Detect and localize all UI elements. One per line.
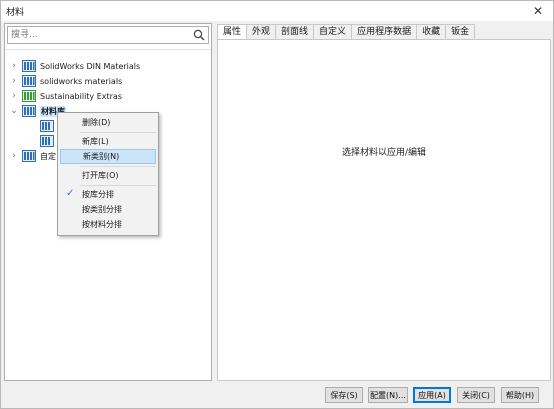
divider <box>5 49 211 50</box>
title-bar: 材料 ✕ <box>1 1 553 21</box>
menu-item-label: 删除(D) <box>82 118 111 127</box>
tab-custom[interactable]: 自定义 <box>313 24 353 39</box>
menu-item-delete[interactable]: 删除(D) <box>60 115 156 130</box>
properties-panel: 选择材料以应用/编辑 <box>217 39 551 381</box>
search-box <box>7 26 209 44</box>
menu-item-label: 按材料分排 <box>82 220 122 229</box>
tree-item-label: solidworks materials <box>40 76 123 86</box>
menu-item-open-library[interactable]: 打开库(O) <box>60 168 156 183</box>
menu-item-new-library[interactable]: 新库(L) <box>60 134 156 149</box>
chevron-right-icon[interactable]: › <box>9 76 19 86</box>
close-icon[interactable]: ✕ <box>531 4 545 18</box>
tree-subitem[interactable] <box>37 119 58 133</box>
window-title: 材料 <box>6 7 25 18</box>
tab-application-data[interactable]: 应用程序数据 <box>351 24 418 39</box>
select-material-hint: 选择材料以应用/编辑 <box>341 148 427 158</box>
chevron-right-icon[interactable]: › <box>9 61 19 71</box>
chevron-down-icon[interactable]: ⌄ <box>9 106 19 116</box>
library-icon-green <box>22 90 36 102</box>
context-menu: 删除(D) 新库(L) 新类别(N) 打开库(O) ✓ 按库分排 按类别分排 按… <box>57 112 159 236</box>
tab-sheet-metal[interactable]: 钣金 <box>445 24 476 39</box>
library-icon <box>22 105 36 117</box>
category-icon <box>40 135 54 147</box>
menu-item-label: 新类别(N) <box>83 152 120 161</box>
tree-item-solidworks-materials[interactable]: › solidworks materials <box>9 74 122 88</box>
menu-separator <box>80 132 156 133</box>
menu-item-sort-by-material[interactable]: 按材料分排 <box>60 217 156 232</box>
help-button[interactable]: 帮助(H) <box>501 387 539 403</box>
menu-separator <box>80 185 156 186</box>
tab-properties[interactable]: 属性 <box>217 24 248 40</box>
tree-item-din-materials[interactable]: › SolidWorks DIN Materials <box>9 59 140 73</box>
chevron-right-icon[interactable]: › <box>9 91 19 101</box>
library-icon <box>22 75 36 87</box>
menu-separator <box>80 166 156 167</box>
apply-button[interactable]: 应用(A) <box>413 387 451 403</box>
menu-item-label: 按类别分排 <box>82 205 122 214</box>
save-button[interactable]: 保存(S) <box>325 387 363 403</box>
check-icon: ✓ <box>66 188 75 199</box>
close-button[interactable]: 关闭(C) <box>457 387 495 403</box>
menu-item-sort-by-library[interactable]: ✓ 按库分排 <box>60 187 156 202</box>
library-icon <box>22 150 36 162</box>
tree-item-sustainability-extras[interactable]: › Sustainability Extras <box>9 89 122 103</box>
tab-favorites[interactable]: 收藏 <box>416 24 447 39</box>
search-icon[interactable] <box>190 27 208 43</box>
menu-item-label: 按库分排 <box>82 190 114 199</box>
search-input[interactable] <box>8 27 190 43</box>
menu-item-label: 新库(L) <box>82 137 109 146</box>
menu-item-label: 打开库(O) <box>82 171 119 180</box>
tree-item-label: SolidWorks DIN Materials <box>40 61 141 71</box>
tab-crosshatch[interactable]: 剖面线 <box>275 24 315 39</box>
category-icon <box>40 120 54 132</box>
menu-item-new-category[interactable]: 新类别(N) <box>60 149 156 164</box>
tree-item-label: Sustainability Extras <box>40 91 122 101</box>
tree-item-label: 自定 <box>40 151 56 161</box>
chevron-right-icon[interactable]: › <box>9 151 19 161</box>
property-tabs: 属性 外观 剖面线 自定义 应用程序数据 收藏 钣金 <box>217 24 476 40</box>
menu-item-sort-by-category[interactable]: 按类别分排 <box>60 202 156 217</box>
tree-item-custom[interactable]: › 自定 <box>9 149 56 163</box>
tab-appearance[interactable]: 外观 <box>246 24 277 39</box>
config-button[interactable]: 配置(N)... <box>368 387 408 403</box>
materials-dialog: 材料 ✕ › SolidWorks DIN Materials › <box>0 0 554 409</box>
library-icon <box>22 60 36 72</box>
